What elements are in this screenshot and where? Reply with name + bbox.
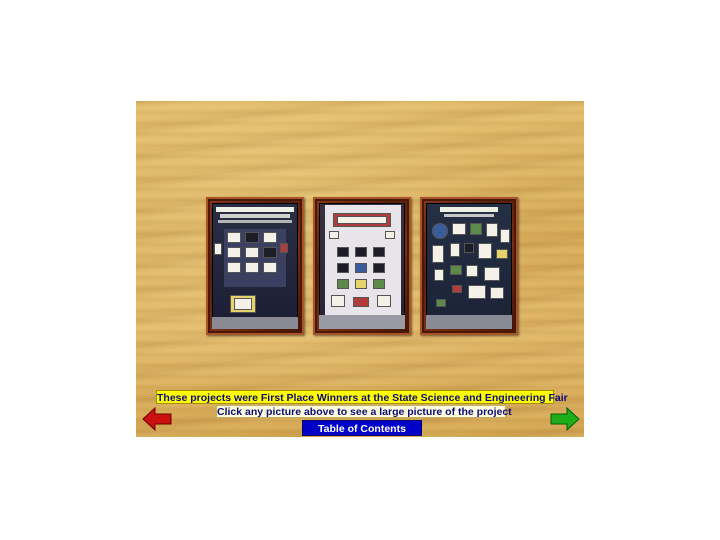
project-board-1-image [212, 203, 298, 329]
right-arrow-icon[interactable] [549, 406, 581, 432]
winners-caption: These projects were First Place Winners … [156, 390, 568, 404]
left-arrow-icon[interactable] [141, 406, 173, 432]
table-of-contents-button[interactable]: Table of Contents [302, 420, 422, 436]
project-picture-2[interactable] [313, 197, 411, 335]
project-picture-1[interactable] [206, 197, 304, 335]
project-board-2-image [319, 203, 405, 329]
project-board-3-image [426, 203, 512, 329]
project-picture-3[interactable] [420, 197, 518, 335]
wood-background [136, 101, 584, 437]
instruction-caption: Click any picture above to see a large p… [216, 405, 512, 418]
